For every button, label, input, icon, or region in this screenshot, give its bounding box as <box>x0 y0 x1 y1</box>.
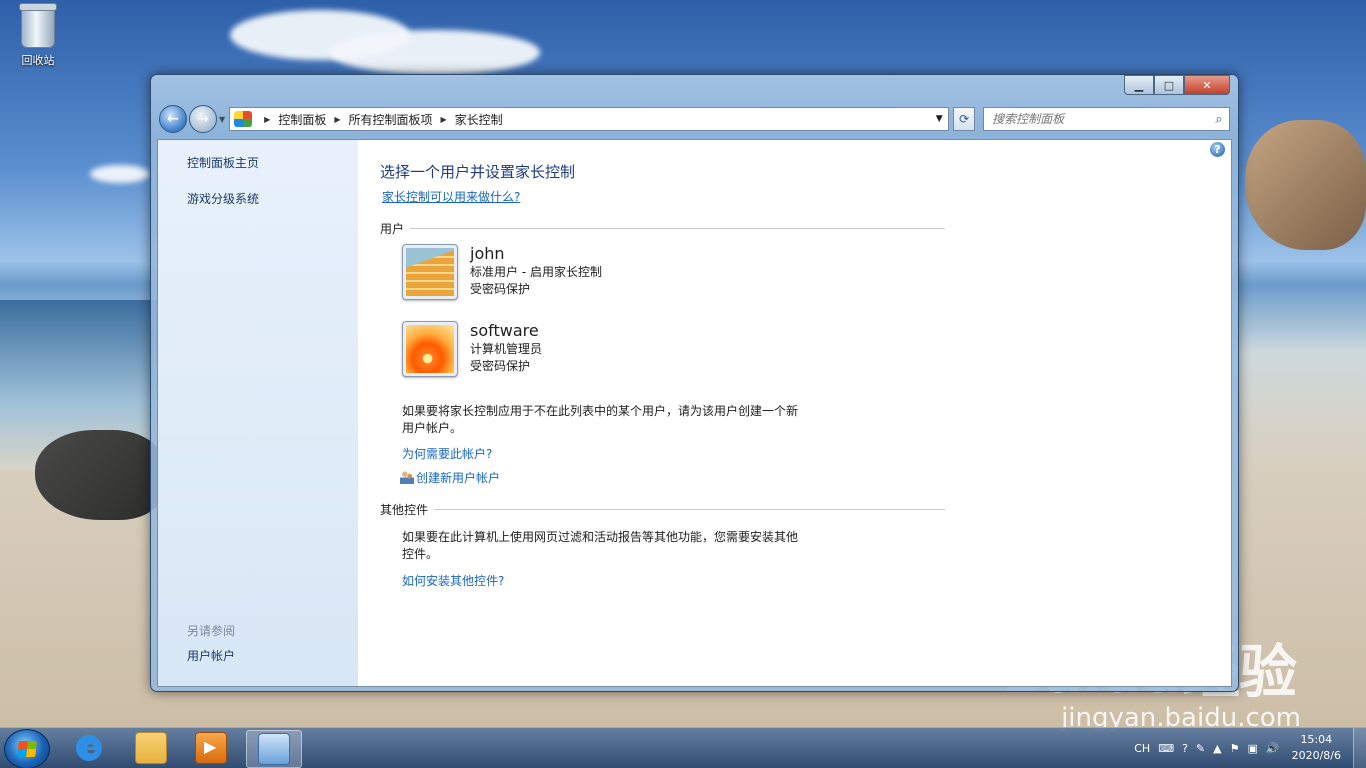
section-divider <box>410 228 945 229</box>
recycle-bin-shortcut[interactable]: 回收站 <box>12 3 64 68</box>
breadcrumb: ▶ 控制面板 ▶ 所有控制面板项 ▶ 家长控制 <box>256 111 503 128</box>
user-avatar <box>402 244 458 300</box>
search-box[interactable]: ⌕ <box>983 107 1230 131</box>
user-name: john <box>470 244 505 263</box>
close-button[interactable]: ✕ <box>1184 75 1230 95</box>
parental-controls-window: ▁ □ ✕ ← → ▼ ▶ 控制面板 ▶ 所有控制面板项 ▶ 家长控制 ▼ ⟳ … <box>150 74 1239 692</box>
clock-date: 2020/8/6 <box>1291 749 1341 762</box>
user-protection: 受密码保护 <box>470 359 531 373</box>
language-indicator[interactable]: CH <box>1134 742 1150 755</box>
what-can-do-link[interactable]: 家长控制可以用来做什么? <box>382 188 520 205</box>
other-controls-section-header: 其他控件 <box>380 501 945 518</box>
internet-explorer-icon <box>74 730 104 763</box>
main-panel: ? 选择一个用户并设置家长控制 家长控制可以用来做什么? 用户 john 标准用… <box>358 140 1231 686</box>
other-controls-label: 其他控件 <box>380 503 429 517</box>
taskbar: CH ⌨ ? ✎ ▲ ⚑ ▣ 🔊 15:04 2020/8/6 <box>0 727 1366 768</box>
start-button[interactable] <box>4 729 50 768</box>
other-controls-text: 如果要在此计算机上使用网页过滤和活动报告等其他功能，您需要安装其他控件。 <box>402 530 799 561</box>
stairs-avatar-icon <box>406 248 454 296</box>
maximize-button[interactable]: □ <box>1154 75 1184 95</box>
task-pane: 控制面板主页 游戏分级系统 另请参阅 用户帐户 <box>158 140 358 686</box>
forward-button[interactable]: → <box>189 105 217 133</box>
taskbar-control-panel[interactable] <box>246 730 302 768</box>
user-protection: 受密码保护 <box>470 282 531 296</box>
breadcrumb-parental-controls[interactable]: 家长控制 <box>455 111 503 128</box>
flower-avatar-icon <box>406 325 454 373</box>
sidebar-item-user-accounts[interactable]: 用户帐户 <box>187 647 235 664</box>
cloud <box>330 30 540 75</box>
user-avatar <box>402 321 458 377</box>
recycle-bin-icon <box>19 3 57 48</box>
taskbar-ie[interactable] <box>62 730 116 766</box>
clock-time: 15:04 <box>1300 733 1333 746</box>
chevron-right-icon[interactable]: ▶ <box>264 115 270 124</box>
see-also-heading: 另请参阅 <box>187 624 236 638</box>
control-panel-icon <box>258 733 290 765</box>
refresh-button[interactable]: ⟳ <box>953 107 976 131</box>
user-info: software 计算机管理员 受密码保护 <box>470 321 542 377</box>
how-install-link[interactable]: 如何安装其他控件? <box>402 572 504 589</box>
taskbar-media-player[interactable] <box>184 730 238 766</box>
breadcrumb-control-panel[interactable]: 控制面板 <box>278 111 326 128</box>
taskbar-explorer[interactable] <box>124 730 178 766</box>
minimize-button[interactable]: ▁ <box>1124 75 1154 95</box>
navigation-bar: ← → ▼ ▶ 控制面板 ▶ 所有控制面板项 ▶ 家长控制 ▼ ⟳ ⌕ <box>159 105 1230 133</box>
create-new-account-label[interactable]: 创建新用户帐户 <box>416 471 500 485</box>
rock <box>1245 120 1366 250</box>
help-tray-icon[interactable]: ? <box>1182 742 1188 755</box>
pen-icon[interactable]: ✎ <box>1196 742 1205 755</box>
volume-icon[interactable]: 🔊 <box>1266 742 1280 755</box>
chevron-right-icon[interactable]: ▶ <box>441 115 447 124</box>
recycle-bin-label: 回收站 <box>21 54 55 67</box>
keyboard-icon[interactable]: ⌨ <box>1158 742 1174 755</box>
create-new-account-link[interactable]: 创建新用户帐户 <box>400 469 500 486</box>
user-name: software <box>470 321 539 340</box>
sidebar-item-game-ratings[interactable]: 游戏分级系统 <box>187 190 259 207</box>
folder-icon <box>135 732 167 764</box>
user-tile-software[interactable]: software 计算机管理员 受密码保护 <box>402 321 542 377</box>
clock[interactable]: 15:04 2020/8/6 <box>1292 732 1341 764</box>
content-area: 控制面板主页 游戏分级系统 另请参阅 用户帐户 ? 选择一个用户并设置家长控制 … <box>157 139 1232 687</box>
show-desktop-button[interactable] <box>1353 728 1366 768</box>
breadcrumb-all-items[interactable]: 所有控制面板项 <box>348 111 432 128</box>
why-need-account-link[interactable]: 为何需要此帐户? <box>402 445 492 462</box>
users-icon <box>400 470 414 484</box>
users-section-header: 用户 <box>380 220 945 237</box>
search-icon[interactable]: ⌕ <box>1209 112 1229 127</box>
page-title: 选择一个用户并设置家长控制 <box>380 163 576 181</box>
back-button[interactable]: ← <box>159 105 187 133</box>
rock <box>35 430 165 520</box>
user-type: 标准用户 - 启用家长控制 <box>470 265 602 279</box>
caption-buttons: ▁ □ ✕ <box>1124 75 1230 95</box>
action-center-flag-icon[interactable]: ⚑ <box>1230 742 1240 755</box>
address-dropdown-icon[interactable]: ▼ <box>930 114 948 124</box>
network-icon[interactable]: ▣ <box>1247 742 1257 755</box>
users-section-label: 用户 <box>380 222 405 236</box>
control-panel-icon <box>234 111 253 127</box>
user-info: john 标准用户 - 启用家长控制 受密码保护 <box>470 244 602 300</box>
media-player-icon <box>195 732 227 764</box>
user-type: 计算机管理员 <box>470 342 543 356</box>
system-tray: CH ⌨ ? ✎ ▲ ⚑ ▣ 🔊 15:04 2020/8/6 <box>1130 728 1366 768</box>
section-divider <box>434 509 945 510</box>
create-account-text: 如果要将家长控制应用于不在此列表中的某个用户，请为该用户创建一个新用户帐户。 <box>402 404 799 435</box>
recent-pages-dropdown[interactable]: ▼ <box>219 115 225 124</box>
address-bar[interactable]: ▶ 控制面板 ▶ 所有控制面板项 ▶ 家长控制 ▼ <box>229 107 950 131</box>
search-input[interactable] <box>984 111 1209 127</box>
help-icon[interactable]: ? <box>1210 142 1225 157</box>
show-hidden-icons-arrow-icon[interactable]: ▲ <box>1213 742 1221 755</box>
chevron-right-icon[interactable]: ▶ <box>334 115 340 124</box>
sidebar-item-control-panel-home[interactable]: 控制面板主页 <box>187 154 259 171</box>
user-tile-john[interactable]: john 标准用户 - 启用家长控制 受密码保护 <box>402 244 602 300</box>
cloud <box>90 165 150 183</box>
